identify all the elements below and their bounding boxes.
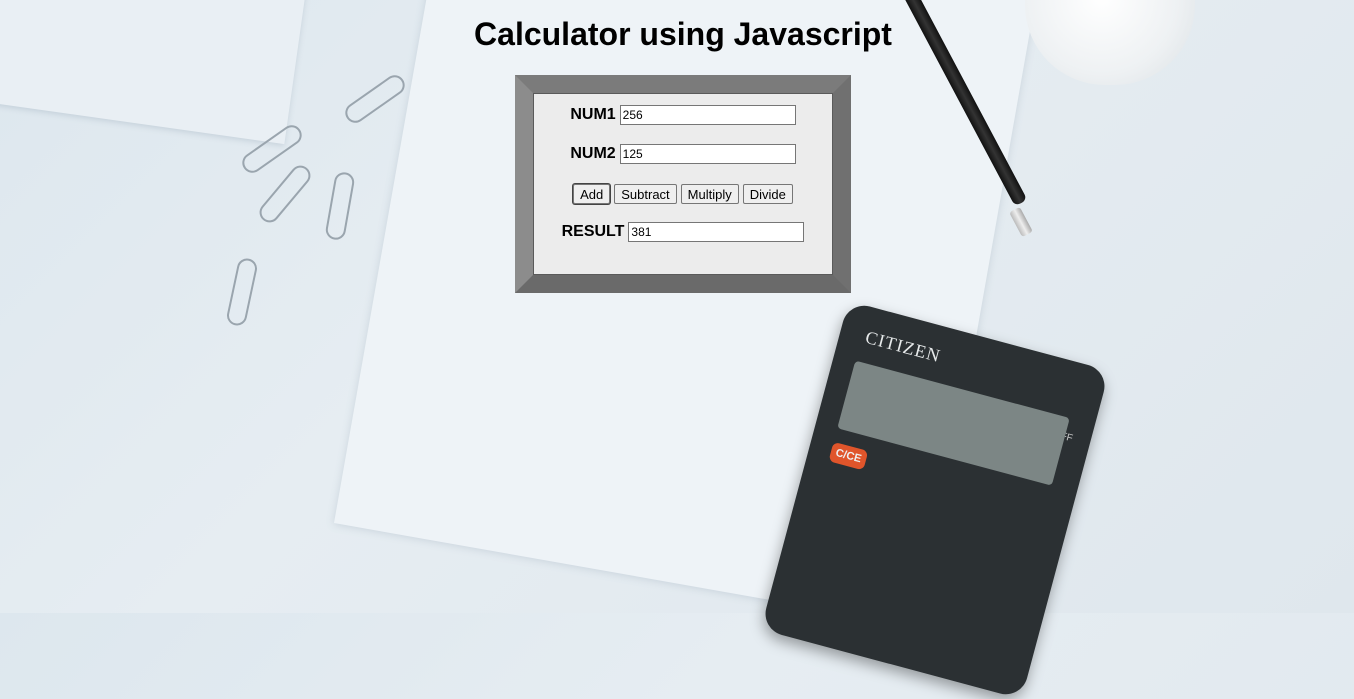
subtract-button[interactable]: Subtract (614, 184, 677, 204)
calculator-panel-shadow: NUM1 NUM2 Add Subtract Multiply Divide R… (515, 75, 851, 293)
result-row: RESULT (533, 222, 833, 242)
multiply-button[interactable]: Multiply (680, 184, 739, 204)
background-pen-tip (1009, 206, 1033, 238)
paperclip-icon (225, 256, 259, 328)
page-title: Calculator using Javascript (474, 16, 892, 52)
paperclip-icon (341, 71, 409, 127)
num2-row: NUM2 (533, 144, 833, 164)
result-label: RESULT (561, 223, 625, 240)
num2-input[interactable] (619, 144, 796, 164)
calculator-brand: CITIZEN (863, 326, 943, 367)
result-output[interactable] (628, 222, 805, 242)
paperclip-icon (255, 161, 315, 227)
operation-buttons: Add Subtract Multiply Divide (533, 184, 833, 204)
calculator-screen (837, 360, 1070, 486)
divide-button[interactable]: Divide (742, 184, 793, 204)
num2-label: NUM2 (570, 145, 616, 162)
add-button[interactable]: Add (573, 184, 611, 204)
calculator-panel: NUM1 NUM2 Add Subtract Multiply Divide R… (515, 75, 851, 293)
num1-label: NUM1 (570, 106, 616, 123)
num1-input[interactable] (619, 105, 796, 125)
calculator-key: C/CE (828, 441, 869, 471)
paperclip-icon (324, 170, 356, 242)
num1-row: NUM1 (533, 105, 833, 125)
